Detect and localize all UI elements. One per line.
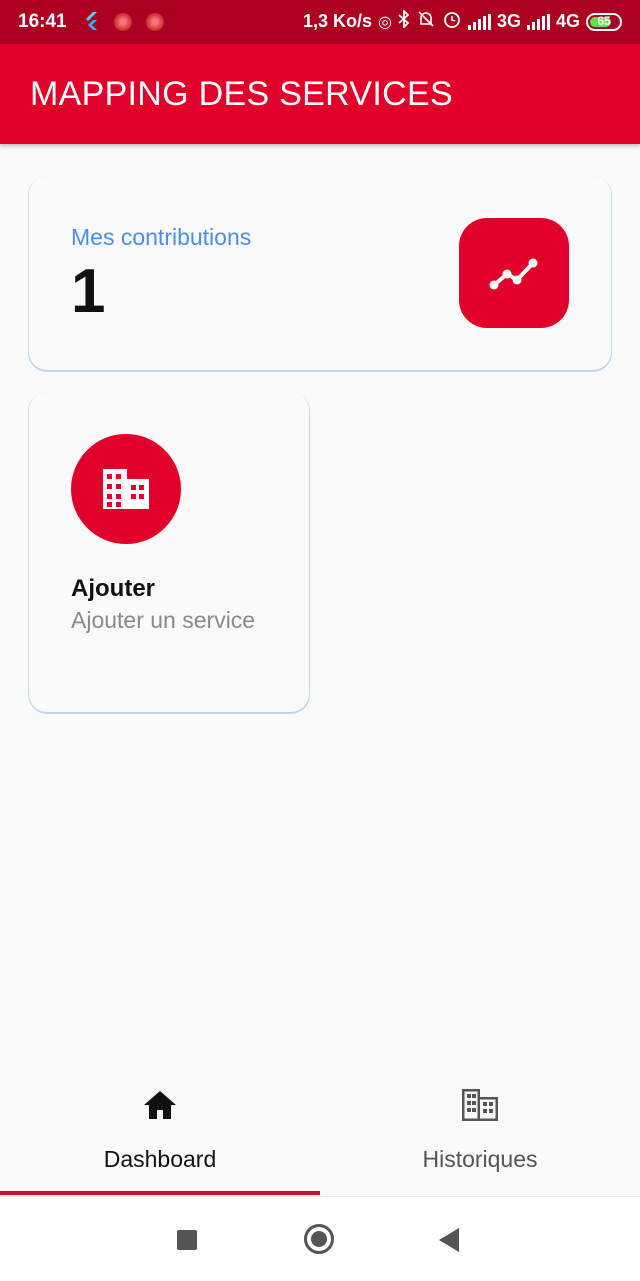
network-type-1: 3G <box>496 11 521 31</box>
contributions-label: Mes contributions <box>71 224 252 250</box>
signal-icon <box>526 13 550 30</box>
battery-icon: 65 <box>586 12 622 31</box>
business-icon <box>71 434 181 544</box>
notification-dot-icon <box>146 13 164 31</box>
hotspot-icon: ◎ <box>378 13 392 31</box>
bluetooth-icon <box>398 8 410 33</box>
mute-bell-icon <box>416 10 436 33</box>
add-service-title: Ajouter <box>71 575 155 602</box>
flutter-icon <box>84 12 98 36</box>
tab-dashboard-label: Dashboard <box>103 1146 217 1172</box>
system-navigation-bar <box>0 1196 640 1281</box>
back-icon[interactable] <box>439 1228 459 1252</box>
trending-up-icon <box>459 218 569 328</box>
page-title: MAPPING DES SERVICES <box>30 75 453 113</box>
tab-historiques-label: Historiques <box>422 1146 538 1172</box>
business-icon <box>462 1087 498 1123</box>
signal-icon <box>467 13 491 30</box>
selected-tab-indicator <box>0 1191 320 1195</box>
home-icon <box>142 1087 178 1123</box>
add-service-card[interactable]: Ajouter Ajouter un service <box>29 392 309 712</box>
bottom-navigation: Dashboard Historiques <box>0 1070 640 1196</box>
status-time: 16:41 <box>18 11 67 32</box>
network-type-2: 4G <box>555 11 580 31</box>
network-speed: 1,3 Ko/s <box>302 11 372 31</box>
add-service-description: Ajouter un service <box>71 607 256 633</box>
notification-dot-icon <box>114 13 132 31</box>
app-bar: MAPPING DES SERVICES <box>0 44 640 144</box>
contributions-count: 1 <box>71 257 106 326</box>
recents-icon[interactable] <box>177 1230 197 1250</box>
tab-historiques[interactable]: Historiques <box>320 1070 640 1192</box>
tab-dashboard[interactable]: Dashboard <box>0 1070 320 1192</box>
contributions-card[interactable]: Mes contributions 1 <box>29 176 611 370</box>
home-icon[interactable] <box>304 1224 334 1254</box>
battery-level: 65 <box>597 13 611 28</box>
alarm-icon <box>442 9 462 34</box>
status-bar: 16:41 1,3 Ko/s ◎ 3G 4G 65 <box>0 0 640 44</box>
